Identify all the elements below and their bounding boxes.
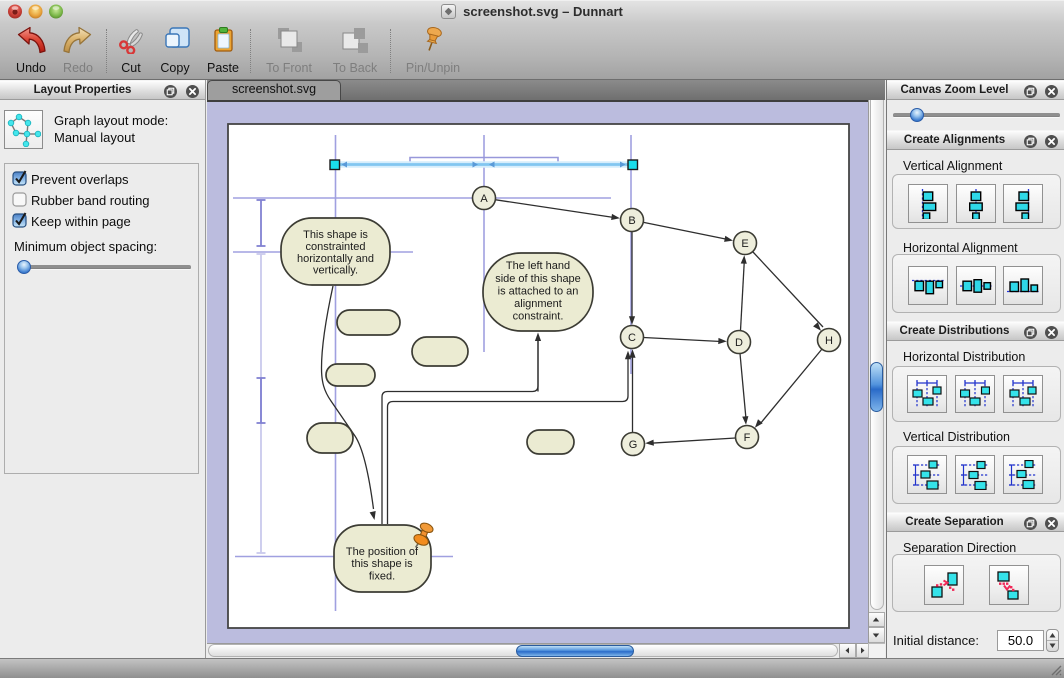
svg-text:This shape is: This shape is [303,229,368,241]
svg-text:constraint.: constraint. [513,311,564,323]
svg-text:alignment: alignment [514,298,562,310]
svg-text:F: F [744,432,751,444]
svg-text:A: A [480,193,488,205]
svg-text:side of this shape: side of this shape [495,273,581,285]
svg-text:this shape is: this shape is [351,558,413,570]
svg-text:D: D [735,337,743,349]
svg-text:E: E [741,238,748,250]
svg-text:G: G [629,439,638,451]
svg-text:B: B [628,215,635,227]
svg-text:vertically.: vertically. [313,265,358,277]
svg-text:horizontally and: horizontally and [297,253,374,265]
svg-text:fixed.: fixed. [369,571,395,583]
svg-text:constrainted: constrainted [306,241,366,253]
svg-text:The left hand: The left hand [506,260,570,272]
svg-text:H: H [825,335,833,347]
svg-text:C: C [628,332,636,344]
svg-text:The position of: The position of [346,546,419,558]
svg-text:is attached to an: is attached to an [498,285,579,297]
